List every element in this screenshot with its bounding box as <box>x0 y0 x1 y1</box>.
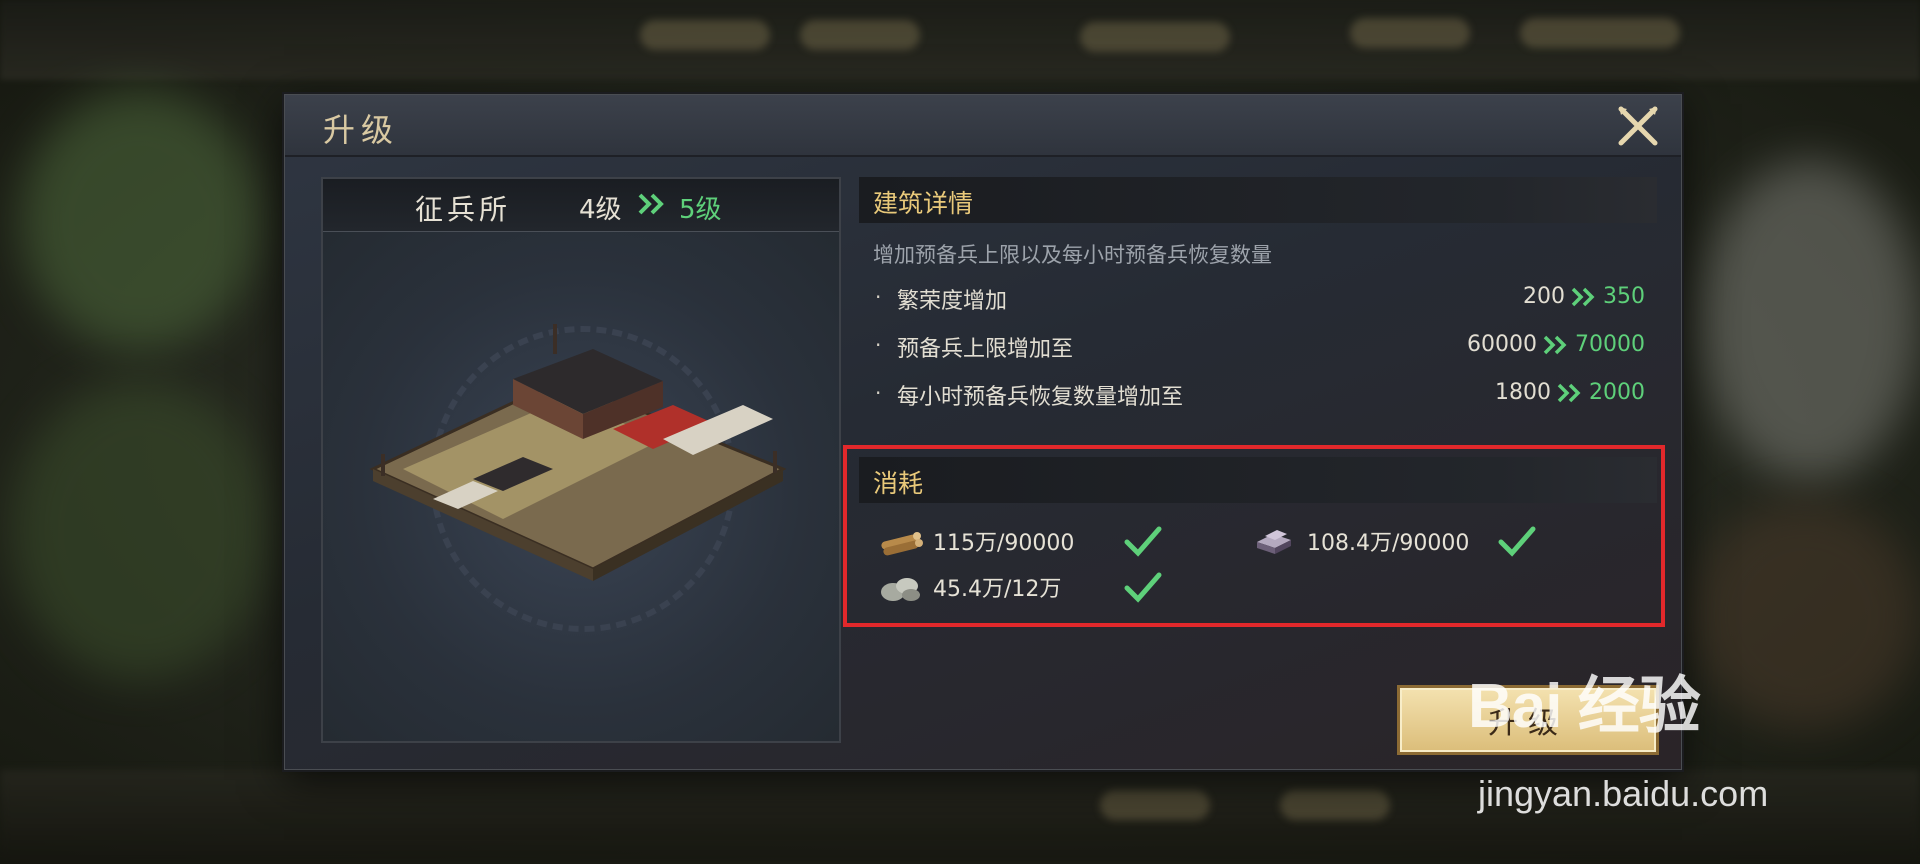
stat-label: 繁荣度增加 <box>897 289 1008 314</box>
hud-chip <box>800 20 920 50</box>
details-title: 建筑详情 <box>873 189 974 218</box>
stat-from: 200 <box>1523 284 1565 309</box>
dialog-title: 升级 <box>323 111 400 149</box>
hud-chip <box>1520 18 1680 48</box>
dialog-header: 升级 <box>285 95 1681 157</box>
next-level: 5级 <box>679 195 722 225</box>
building-header: 征兵所 4级 5级 <box>323 179 839 232</box>
stat-to: 350 <box>1603 284 1645 309</box>
close-crossed-swords-icon <box>1618 106 1658 146</box>
details-description: 增加预备兵上限以及每小时预备兵恢复数量 <box>873 243 1272 267</box>
cost-item-wood: 115万/90000 <box>877 521 1163 561</box>
check-icon <box>1498 526 1536 557</box>
stat-label: 预备兵上限增加至 <box>897 337 1074 362</box>
cost-text: 108.4万/90000 <box>1307 531 1470 556</box>
building-panel: 征兵所 4级 5级 <box>321 177 841 743</box>
cost-text: 115万/90000 <box>933 531 1075 556</box>
baidu-jingyan-watermark: Bai 经验 jingyan.baidu.com <box>1468 655 1828 835</box>
cost-item-iron: 108.4万/90000 <box>1251 521 1537 561</box>
cost-item-stone: 45.4万/12万 <box>877 567 1163 607</box>
stat-from: 60000 <box>1467 332 1537 357</box>
stat-label: 每小时预备兵恢复数量增加至 <box>897 385 1184 410</box>
building-name: 征兵所 <box>415 193 512 226</box>
double-chevron-right-icon <box>1557 383 1581 402</box>
double-chevron-right-icon <box>638 193 664 215</box>
stat-row-reserve-cap: · 预备兵上限增加至 60000 70000 <box>875 332 1645 362</box>
watermark-url: jingyan.baidu.com <box>1478 773 1769 814</box>
close-button[interactable] <box>1615 103 1661 149</box>
cost-text: 45.4万/12万 <box>933 577 1062 602</box>
stat-to: 2000 <box>1589 380 1645 405</box>
hud-chip <box>640 20 770 50</box>
hud-chip <box>1080 22 1230 52</box>
stone-icon <box>881 578 920 601</box>
stat-row-reserve-recovery: · 每小时预备兵恢复数量增加至 1800 2000 <box>875 380 1645 410</box>
hud-chip <box>1280 790 1390 820</box>
barracks-building-illustration <box>369 324 787 632</box>
stat-from: 1800 <box>1495 380 1551 405</box>
wood-icon <box>881 532 923 556</box>
check-icon <box>1124 526 1162 557</box>
hud-chip <box>1350 18 1470 48</box>
watermark-logo: Bai 经验 <box>1468 672 1701 741</box>
double-chevron-right-icon <box>1543 335 1567 354</box>
details-header: 建筑详情 <box>859 177 1657 223</box>
check-icon <box>1124 572 1162 603</box>
stat-to: 70000 <box>1575 332 1645 357</box>
double-chevron-right-icon <box>1571 287 1595 306</box>
stat-row-prosperity: · 繁荣度增加 200 350 <box>875 284 1645 314</box>
hud-chip <box>1100 790 1210 820</box>
iron-icon <box>1257 530 1291 554</box>
current-level: 4级 <box>579 195 622 225</box>
